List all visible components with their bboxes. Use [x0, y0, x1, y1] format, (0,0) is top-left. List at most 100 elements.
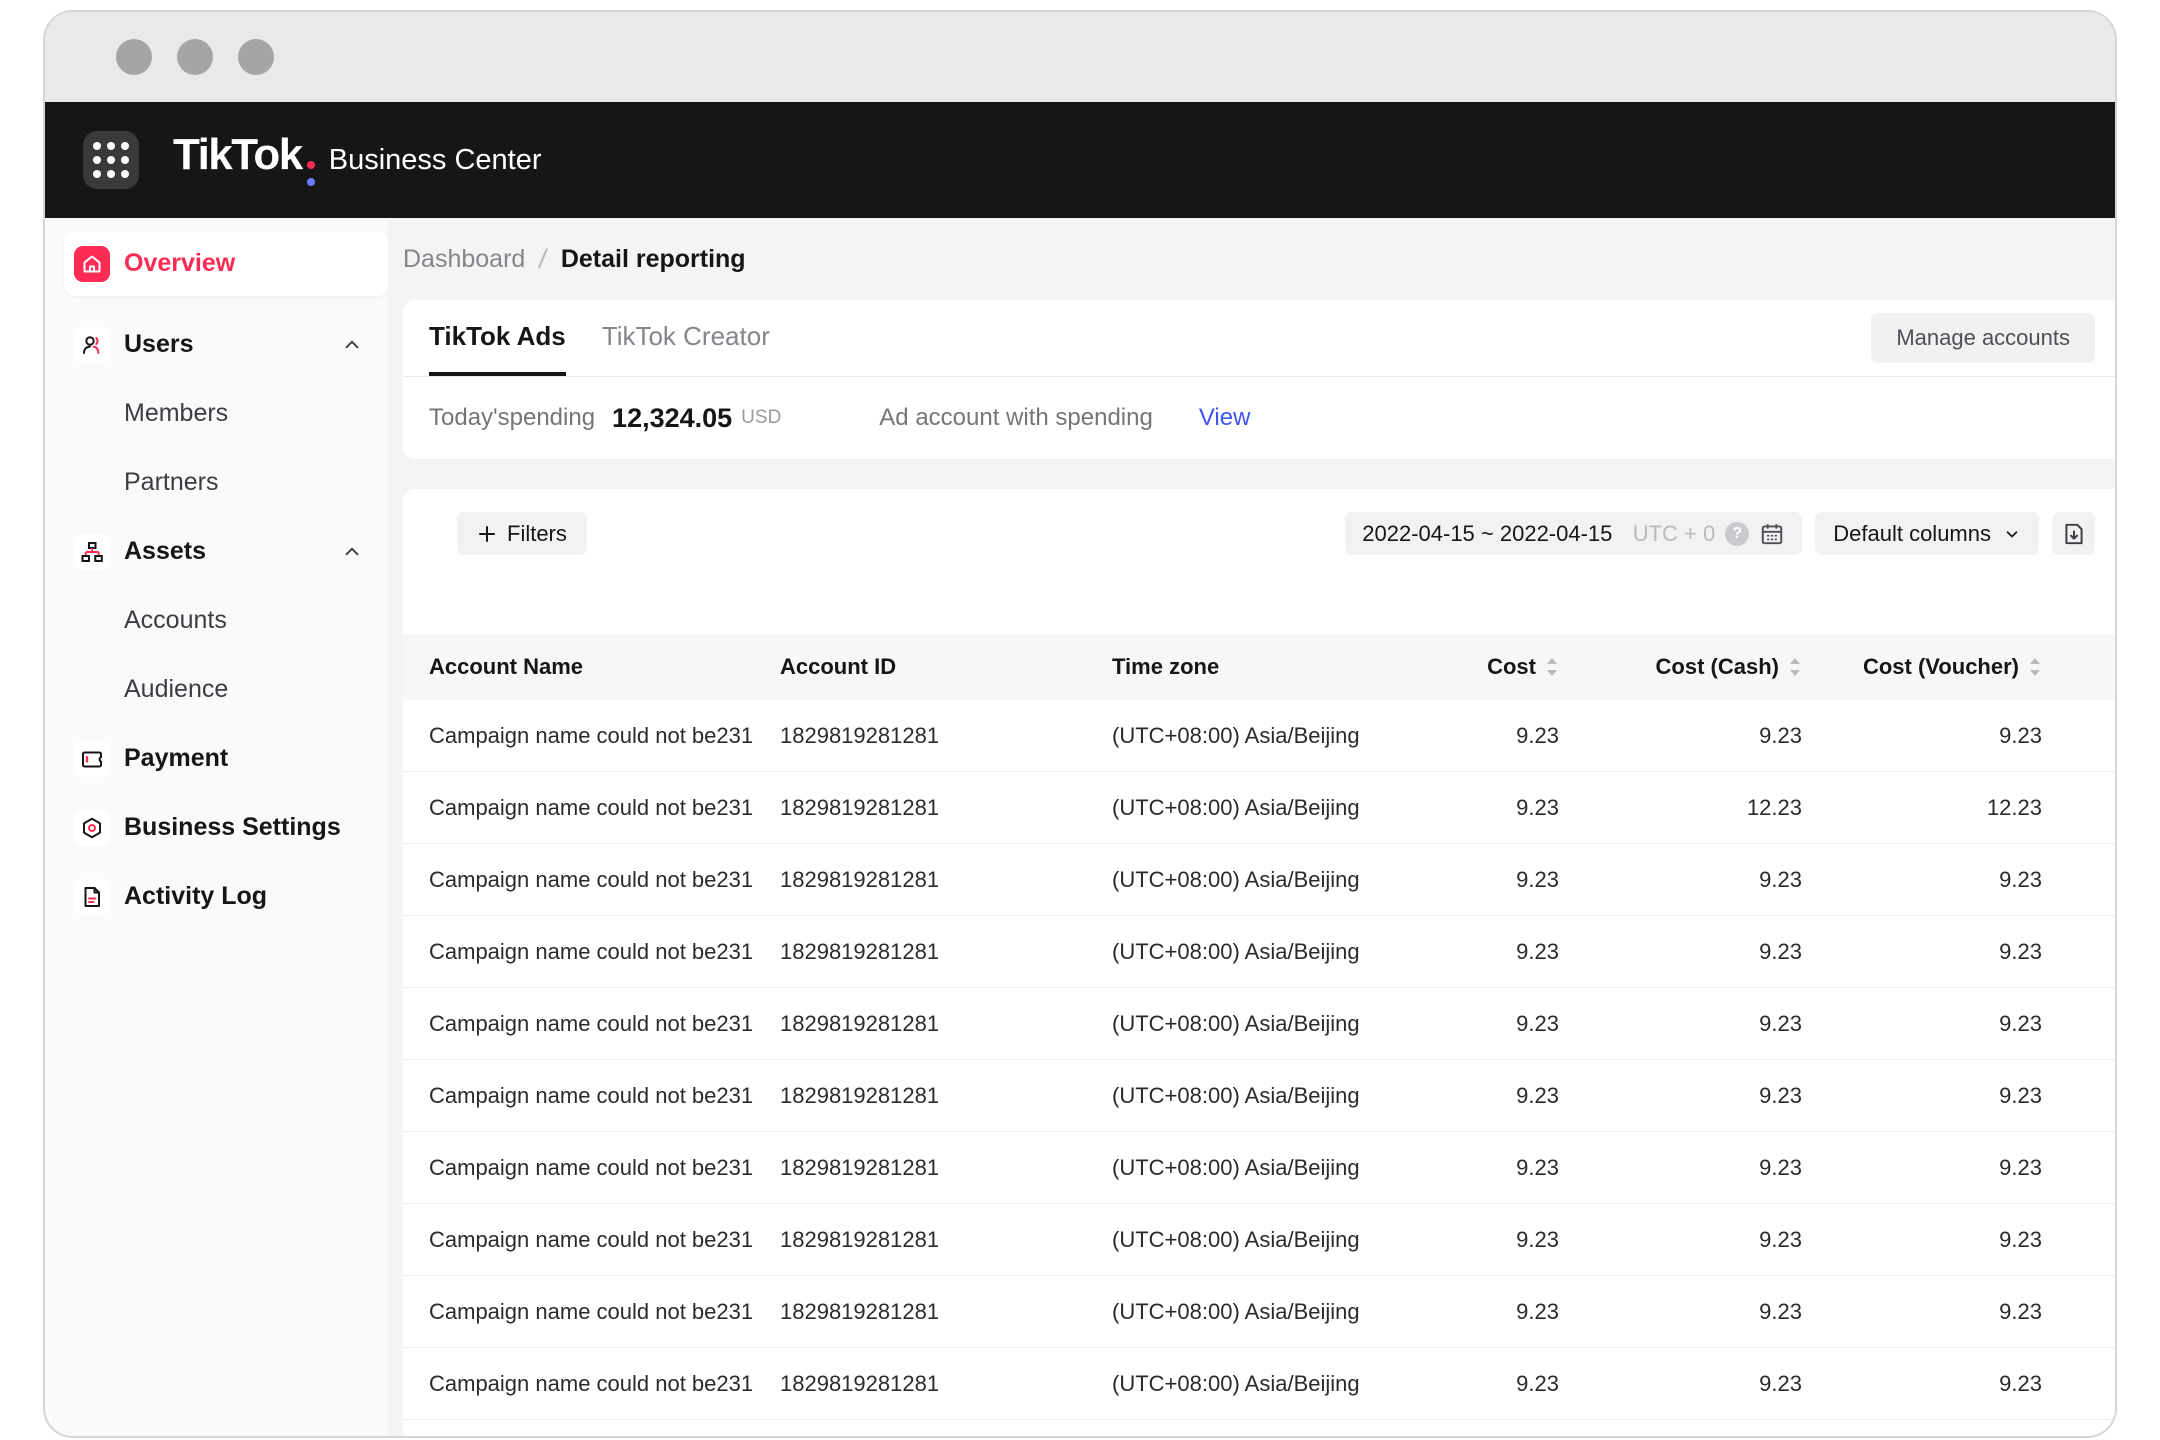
sidebar-item-label: Accounts [124, 606, 227, 635]
report-toolbar: Filters 2022-04-15 ~ 2022-04-15 UTC + 0 [403, 512, 2115, 555]
assets-icon [74, 534, 110, 570]
chevron-up-icon[interactable] [341, 334, 363, 356]
cell-cost-voucher: 9.23 [1802, 1299, 2042, 1325]
column-header-label: Cost (Cash) [1656, 654, 1779, 680]
sidebar-item-audience[interactable]: Audience [45, 655, 388, 724]
columns-dropdown[interactable]: Default columns [1815, 512, 2039, 555]
cell-cost-voucher: 9.23 [1802, 1155, 2042, 1181]
cell-time-zone: (UTC+08:00) Asia/Beijing [1112, 939, 1362, 965]
cell-cost-voucher: 9.23 [1802, 1371, 2042, 1397]
table-header-row: Account Name Account ID Time zone Cost C… [403, 634, 2115, 700]
cell-time-zone: (UTC+08:00) Asia/Beijing [1112, 723, 1362, 749]
logo-colon-icon [307, 161, 315, 186]
cell-cost: 9.23 [1362, 1371, 1559, 1397]
breadcrumb-dashboard-link[interactable]: Dashboard [403, 245, 525, 274]
column-header-cost[interactable]: Cost [1362, 654, 1559, 680]
window-control-icon[interactable] [177, 39, 213, 75]
column-header-time-zone[interactable]: Time zone [1112, 654, 1362, 680]
table-row[interactable]: Campaign name could not be231 1829819281… [403, 1348, 2115, 1420]
column-header-account-id[interactable]: Account ID [780, 654, 1112, 680]
cell-time-zone: (UTC+08:00) Asia/Beijing [1112, 1371, 1362, 1397]
tiktok-logo: TikTok Business Center [173, 130, 542, 190]
sidebar-item-users[interactable]: Users [45, 310, 388, 379]
cell-account-name: Campaign name could not be231 [403, 867, 780, 893]
column-header-cost-voucher[interactable]: Cost (Voucher) [1802, 654, 2042, 680]
cell-account-name: Campaign name could not be231 [403, 1299, 780, 1325]
columns-dropdown-label: Default columns [1833, 521, 1991, 547]
sidebar-item-assets[interactable]: Assets [45, 517, 388, 586]
view-link[interactable]: View [1199, 404, 1251, 432]
sort-icon [2028, 656, 2042, 678]
window-titlebar [45, 12, 2115, 102]
cell-cost-cash: 9.23 [1559, 1083, 1802, 1109]
breadcrumb-separator: / [537, 244, 549, 275]
table-row[interactable]: Campaign name could not be231 1829819281… [403, 916, 2115, 988]
export-button[interactable] [2052, 512, 2095, 555]
cell-cost: 9.23 [1362, 1299, 1559, 1325]
apps-grid-icon[interactable] [83, 131, 139, 189]
cell-account-id: 1829819281281 [780, 723, 1112, 749]
breadcrumb-current: Detail reporting [561, 245, 746, 274]
sort-icon [1545, 656, 1559, 678]
sidebar-item-payment[interactable]: Payment [45, 724, 388, 793]
tabs-row: TikTok Ads TikTok Creator Manage account… [403, 300, 2115, 377]
window-control-icon[interactable] [238, 39, 274, 75]
main-content: Dashboard / Detail reporting TikTok Ads … [388, 218, 2115, 1438]
tab-tiktok-ads[interactable]: TikTok Ads [429, 300, 566, 376]
sidebar-item-label: Audience [124, 675, 228, 704]
cell-account-name: Campaign name could not be231 [403, 1371, 780, 1397]
spending-currency: USD [741, 407, 781, 429]
cell-cost-cash: 9.23 [1559, 867, 1802, 893]
cell-time-zone: (UTC+08:00) Asia/Beijing [1112, 1083, 1362, 1109]
app-topbar: TikTok Business Center [45, 102, 2115, 218]
cell-cost-voucher: 9.23 [1802, 1227, 2042, 1253]
users-icon [74, 327, 110, 363]
column-header-cost-cash[interactable]: Cost (Cash) [1559, 654, 1802, 680]
table-row[interactable]: Campaign name could not be231 1829819281… [403, 700, 2115, 772]
table-row[interactable]: Campaign name could not be231 1829819281… [403, 1060, 2115, 1132]
sidebar-item-label: Overview [124, 249, 235, 278]
breadcrumb: Dashboard / Detail reporting [388, 218, 2115, 300]
cell-time-zone: (UTC+08:00) Asia/Beijing [1112, 1155, 1362, 1181]
sidebar-item-partners[interactable]: Partners [45, 448, 388, 517]
sidebar-nav-list: Users Members Partners [45, 310, 388, 931]
app-window: TikTok Business Center Overview [43, 10, 2117, 1438]
date-range-picker[interactable]: 2022-04-15 ~ 2022-04-15 UTC + 0 [1345, 512, 1802, 555]
filters-button[interactable]: Filters [457, 512, 587, 555]
home-icon [74, 246, 110, 282]
column-header-account-name[interactable]: Account Name [403, 654, 780, 680]
cell-cost: 9.23 [1362, 867, 1559, 893]
table-row[interactable]: Campaign name could not be231 1829819281… [403, 772, 2115, 844]
chevron-up-icon[interactable] [341, 541, 363, 563]
summary-card: TikTok Ads TikTok Creator Manage account… [403, 300, 2115, 459]
cell-cost-cash: 9.23 [1559, 723, 1802, 749]
sidebar-item-business-settings[interactable]: Business Settings [45, 793, 388, 862]
cell-account-id: 1829819281281 [780, 1011, 1112, 1037]
manage-accounts-button[interactable]: Manage accounts [1871, 313, 2095, 363]
table-row[interactable]: Campaign name could not be231 1829819281… [403, 1204, 2115, 1276]
sidebar-item-accounts[interactable]: Accounts [45, 586, 388, 655]
cell-cost-voucher: 12.23 [1802, 795, 2042, 821]
table-row[interactable]: Campaign name could not be231 1829819281… [403, 1276, 2115, 1348]
sidebar-item-overview[interactable]: Overview [64, 231, 388, 296]
cell-account-name: Campaign name could not be231 [403, 1155, 780, 1181]
cell-account-id: 1829819281281 [780, 1371, 1112, 1397]
table-row[interactable]: Campaign name could not be231 1829819281… [403, 844, 2115, 916]
sidebar-item-activity-log[interactable]: Activity Log [45, 862, 388, 931]
table-row[interactable]: Campaign name could not be231 1829819281… [403, 1132, 2115, 1204]
cell-cost-voucher: 9.23 [1802, 1011, 2042, 1037]
sidebar-item-label: Activity Log [124, 882, 267, 911]
tab-tiktok-creator[interactable]: TikTok Creator [602, 300, 770, 376]
sidebar-item-members[interactable]: Members [45, 379, 388, 448]
filters-button-label: Filters [507, 521, 567, 547]
cell-account-id: 1829819281281 [780, 1227, 1112, 1253]
help-icon[interactable] [1725, 522, 1749, 546]
cell-account-name: Campaign name could not be231 [403, 939, 780, 965]
window-control-icon[interactable] [116, 39, 152, 75]
business-center-label: Business Center [329, 144, 542, 177]
cell-cost-cash: 9.23 [1559, 1299, 1802, 1325]
date-range-value: 2022-04-15 ~ 2022-04-15 [1362, 521, 1612, 547]
sidebar-item-label: Business Settings [124, 813, 341, 842]
cell-cost: 9.23 [1362, 1083, 1559, 1109]
table-row[interactable]: Campaign name could not be231 1829819281… [403, 988, 2115, 1060]
